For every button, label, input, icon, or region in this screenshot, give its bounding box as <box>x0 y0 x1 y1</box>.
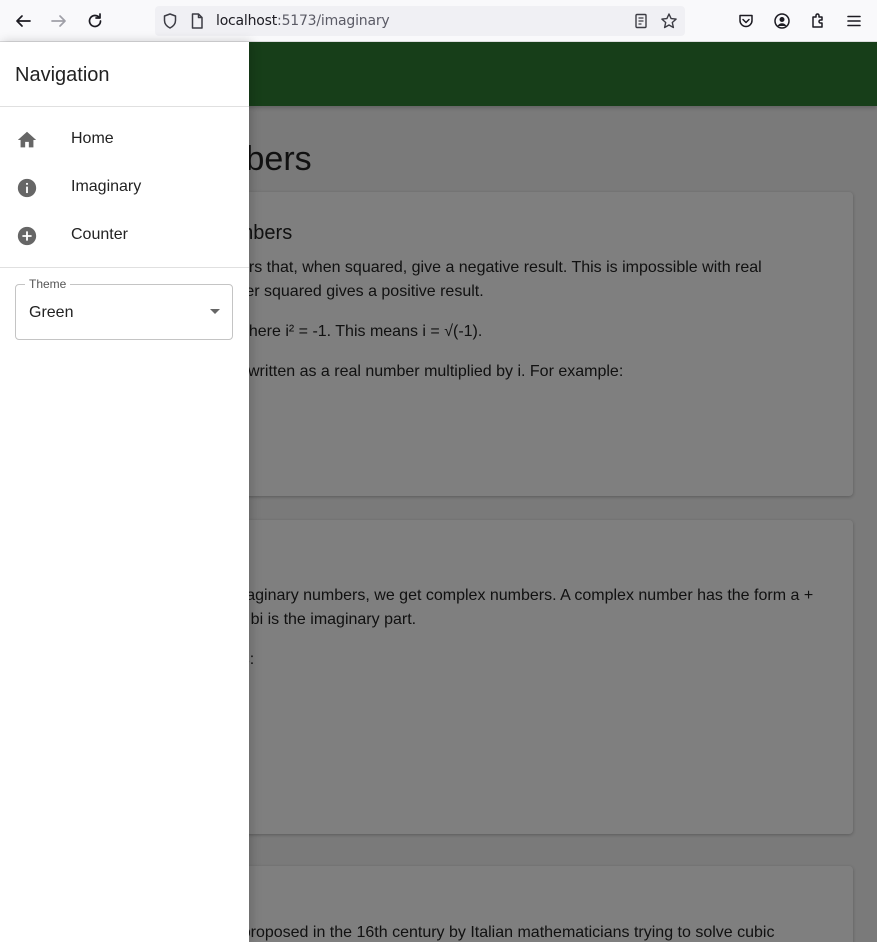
extensions-button[interactable] <box>805 9 831 33</box>
account-icon <box>774 13 790 29</box>
shield-icon[interactable] <box>161 12 179 30</box>
page-icon[interactable] <box>188 12 206 30</box>
nav-item-label: Imaginary <box>71 178 142 195</box>
reader-view-icon[interactable] <box>632 12 650 30</box>
navigation-drawer: Navigation Home Imaginary Counter Theme … <box>0 42 249 942</box>
reload-button[interactable] <box>82 9 108 33</box>
hamburger-menu-icon <box>847 15 861 27</box>
forward-button[interactable] <box>46 9 72 33</box>
add-circle-icon <box>17 226 37 246</box>
theme-label: Theme <box>25 277 71 291</box>
chevron-down-icon <box>210 309 220 314</box>
url-bar[interactable]: localhost:5173/imaginary <box>155 6 685 36</box>
theme-select[interactable]: Theme Green <box>15 277 233 340</box>
puzzle-icon <box>812 13 823 28</box>
nav-item-label: Home <box>71 130 114 147</box>
nav-item-home[interactable]: Home <box>0 116 249 164</box>
back-arrow-icon <box>16 15 31 27</box>
menu-button[interactable] <box>841 9 867 33</box>
nav-item-imaginary[interactable]: Imaginary <box>0 164 249 212</box>
pocket-icon <box>739 14 753 28</box>
divider <box>0 267 249 268</box>
url-text[interactable]: localhost:5173/imaginary <box>216 13 390 29</box>
drawer-title: Navigation <box>15 64 110 86</box>
nav-item-label: Counter <box>71 226 128 243</box>
theme-value: Green <box>29 304 74 321</box>
url-host: localhost <box>216 13 278 29</box>
home-icon <box>17 131 37 148</box>
bookmark-star-icon[interactable] <box>660 12 678 30</box>
pocket-button[interactable] <box>733 9 759 33</box>
forward-arrow-icon <box>51 15 66 27</box>
url-path: :5173/imaginary <box>277 13 390 29</box>
divider <box>0 106 249 107</box>
account-button[interactable] <box>769 9 795 33</box>
nav-item-counter[interactable]: Counter <box>0 212 249 260</box>
info-icon <box>17 178 37 198</box>
back-button[interactable] <box>10 9 36 33</box>
browser-toolbar: localhost:5173/imaginary <box>0 0 877 42</box>
reload-icon <box>88 13 102 28</box>
